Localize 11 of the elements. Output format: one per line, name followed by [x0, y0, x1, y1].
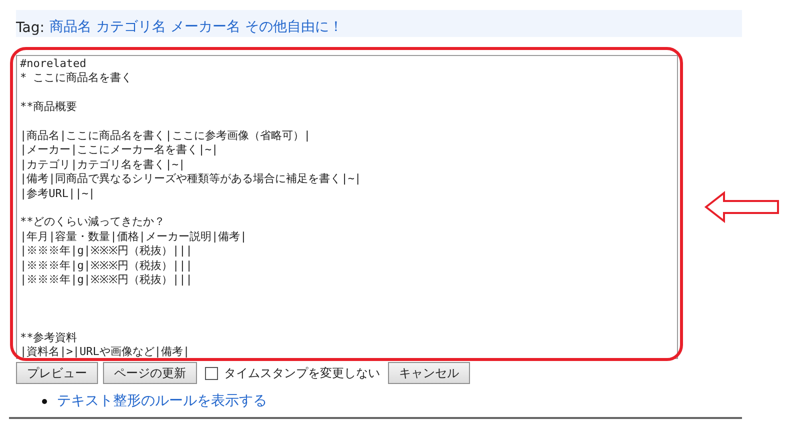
form-button[interactable]: ページの更新: [103, 362, 197, 384]
text-editor[interactable]: #norelated * ここに商品名を書く **商品概要 |商品名|ここに商品名を書く|ここに参考画像（省略可）| |メーカー|ここにメーカー名を書く|~| |カテゴリ|カテゴリ名を書く|~| |備考|同商品で異なるシリーズや種類等がある場合に補足を書く|~| |参考URL||~| **どのくらい減ってきたか？ |年月|容量・数量|価格|メーカー説明|備考| |※※※年|g|※※※円（税抜）||| |※※※年|g|※※※円（税抜）||| |※※※年|g|※※※円（税抜）||| **参考資料 |資料名|>|URLや画像など|備考|: [16, 55, 678, 359]
checkbox[interactable]: [205, 366, 218, 380]
left-arrow-icon: [704, 191, 780, 223]
help-link[interactable]: テキスト整形のルールを表示する: [57, 392, 267, 410]
bullet-icon: [42, 398, 47, 404]
form-button[interactable]: プレビュー: [16, 362, 98, 384]
tag-label: Tag:: [16, 20, 44, 36]
checkbox-label: タイムスタンプを変更しない: [224, 364, 380, 382]
tag-value: 商品名 カテゴリ名 メーカー名 その他自由に！: [49, 18, 343, 36]
form-button[interactable]: キャンセル: [388, 362, 470, 384]
